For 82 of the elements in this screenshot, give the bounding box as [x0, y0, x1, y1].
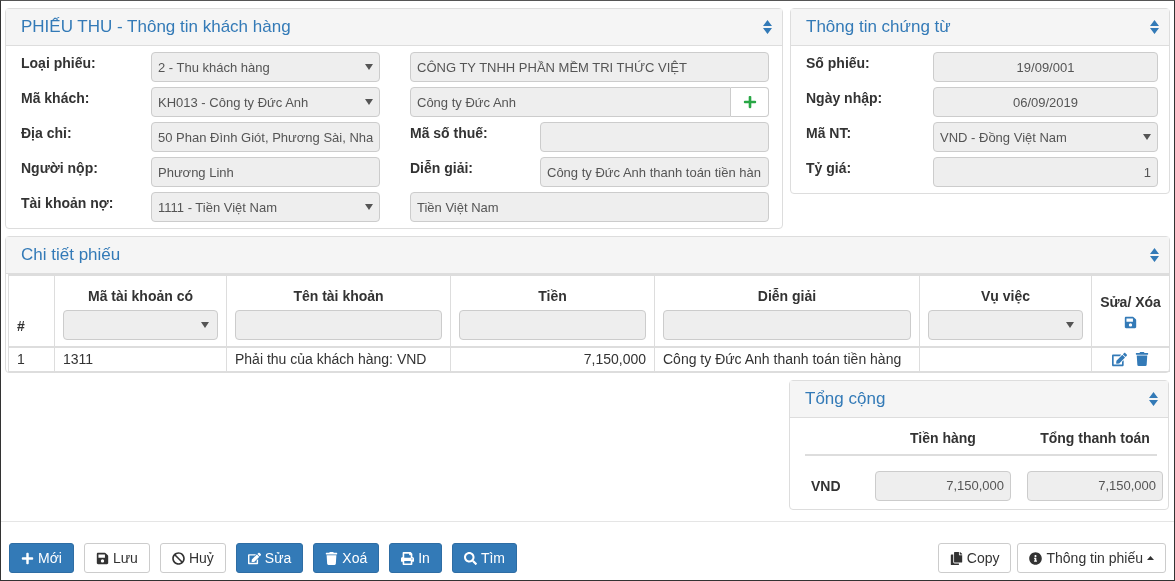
text-field[interactable]: CÔNG TY TNHH PHẦN MỀM TRI THỨC VIỆT — [410, 52, 769, 82]
field-label: Diễn giải: — [410, 159, 474, 176]
action-button[interactable]: Xoá — [313, 543, 380, 573]
field-label: Mã số thuế: — [410, 124, 489, 141]
text-field[interactable]: 50 Phan Đình Giót, Phương Sài, Nha — [151, 122, 380, 152]
info-icon — [1029, 551, 1043, 565]
cancel-icon — [171, 551, 185, 565]
action-button[interactable]: In — [389, 543, 442, 573]
panel-title: Thông tin chứng từ — [806, 17, 951, 37]
trash-icon — [325, 551, 339, 565]
text-field[interactable]: Công ty Đức Anh — [410, 87, 731, 117]
column-header: # — [17, 318, 26, 334]
sort-icon[interactable] — [763, 20, 772, 34]
sort-icon[interactable] — [1150, 20, 1159, 34]
text-field[interactable]: 06/09/2019 — [933, 87, 1158, 117]
field-label: Số phiếu: — [806, 54, 871, 71]
field-label: Ngày nhập: — [806, 89, 884, 106]
edit-icon[interactable] — [1112, 351, 1127, 367]
column-header: Diễn giải — [756, 288, 818, 304]
action-button[interactable]: Huỷ — [159, 543, 226, 573]
caret-icon — [365, 204, 373, 210]
sort-icon[interactable] — [1150, 248, 1159, 262]
print-icon — [401, 551, 415, 565]
text-field[interactable]: Tiền Việt Nam — [410, 192, 769, 222]
text-field[interactable]: 1 — [933, 157, 1158, 187]
action-button[interactable]: Tìm — [451, 543, 518, 573]
copy-icon — [949, 551, 963, 565]
caret-icon — [365, 64, 373, 70]
sort-icon[interactable] — [1149, 391, 1158, 406]
text-field[interactable] — [540, 122, 769, 152]
edit-icon — [247, 551, 261, 565]
panel-title: PHIẾU THU - Thông tin khách hàng — [21, 17, 291, 37]
caret-icon — [1143, 134, 1151, 140]
caret-icon — [1066, 322, 1074, 328]
text-field[interactable]: Công ty Đức Anh thanh toán tiền hàn — [540, 157, 769, 187]
column-header: Vụ việc — [980, 288, 1031, 304]
caret-icon — [365, 99, 373, 105]
search-icon — [463, 551, 477, 565]
field-label: Mã khách: — [21, 89, 91, 106]
field-label: Người nộp: — [21, 159, 99, 176]
column-header: Sửa/ Xóa — [1100, 294, 1161, 310]
save-icon — [95, 551, 109, 565]
total-field: 7,150,000 — [875, 470, 1011, 501]
plus-icon — [742, 95, 757, 109]
column-header: Tên tài khoản — [292, 288, 385, 304]
column-header: Tiền hàng — [909, 429, 977, 446]
add-button[interactable] — [731, 87, 769, 117]
trash-icon[interactable] — [1135, 351, 1149, 366]
table-cell: 1311 — [54, 347, 227, 371]
dropdown-field[interactable]: 1111 - Tiền Việt Nam — [151, 192, 380, 222]
action-button[interactable]: Thông tin phiếu — [1017, 543, 1166, 573]
caret-icon — [201, 322, 209, 328]
plus-icon — [21, 551, 34, 565]
column-header: Tiền — [537, 288, 568, 304]
table-cell: Công ty Đức Anh thanh toán tiền hàng — [654, 347, 920, 371]
dropdown-field[interactable]: 2 - Thu khách hàng — [151, 52, 380, 82]
field-label: Địa chỉ: — [21, 124, 73, 141]
action-button[interactable]: Lưu — [83, 543, 150, 573]
action-button[interactable]: Mới — [9, 543, 74, 573]
panel-title: Chi tiết phiếu — [21, 245, 121, 265]
table-cell: 1 — [8, 347, 55, 371]
field-label: Loại phiếu: — [21, 54, 97, 71]
text-field[interactable]: 19/09/001 — [933, 52, 1158, 82]
currency-label: VND — [810, 477, 842, 494]
text-field[interactable]: Phương Linh — [151, 157, 380, 187]
field-label: Tỷ giá: — [806, 159, 853, 176]
action-button[interactable]: Sửa — [235, 543, 304, 573]
field-label: Tài khoản nợ: — [21, 194, 115, 211]
action-button[interactable]: Copy — [937, 543, 1012, 573]
column-header: Mã tài khoản có — [87, 288, 194, 304]
filter-field[interactable] — [663, 310, 911, 340]
save-icon[interactable] — [1124, 316, 1137, 329]
field-label: Mã NT: — [806, 124, 853, 141]
panel-title: Tổng cộng — [805, 388, 886, 409]
column-header: Tổng thanh toán — [1039, 429, 1151, 446]
total-field: 7,150,000 — [1027, 470, 1163, 501]
filter-field[interactable] — [459, 310, 646, 340]
table-cell: 7,150,000 — [450, 347, 655, 371]
table-cell: Phải thu của khách hàng: VND — [226, 347, 451, 371]
filter-field[interactable] — [235, 310, 442, 340]
dropdown-field[interactable]: VND - Đồng Việt Nam — [933, 122, 1158, 152]
dropdown-field[interactable]: KH013 - Công ty Đức Anh — [151, 87, 380, 117]
